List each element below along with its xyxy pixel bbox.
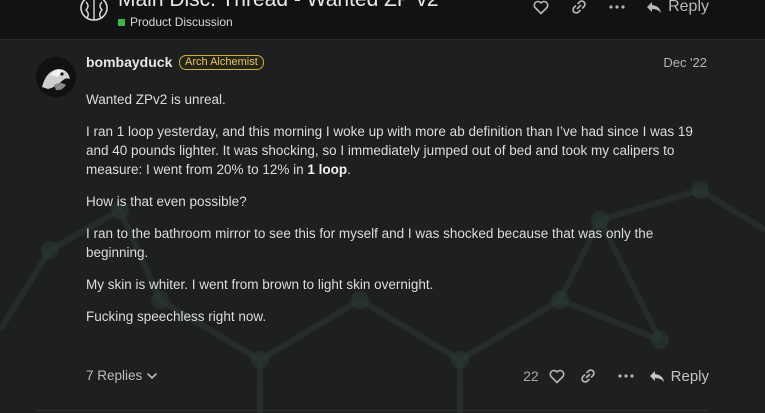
like-button[interactable] (545, 363, 569, 389)
reply-arrow-icon (649, 370, 664, 382)
post-paragraph: Wanted ZPv2 is unreal. (86, 92, 226, 107)
ellipsis-icon (618, 374, 634, 378)
post-paragraph: Fucking speechless right now. (86, 309, 267, 324)
reply-arrow-icon (647, 1, 662, 13)
post-bold-text: 1 loop (307, 162, 348, 177)
category-badge[interactable]: Product Discussion (118, 15, 233, 29)
heart-icon (549, 369, 565, 383)
brain-logo-icon[interactable] (78, 0, 110, 26)
header-like-button[interactable] (522, 0, 560, 20)
more-actions-button[interactable] (607, 363, 645, 389)
post-paragraph: How is that even possible? (86, 194, 247, 209)
reply-label: Reply (670, 367, 709, 385)
category-label: Product Discussion (130, 15, 233, 29)
post-actions: 22 Reply (523, 363, 709, 389)
header-link-button[interactable] (560, 0, 598, 20)
post-text: . (347, 162, 351, 177)
header-actions: Reply (522, 0, 709, 20)
username[interactable]: bombayduck (86, 54, 172, 70)
post-body: Wanted ZPv2 is unreal. I ran 1 loop yest… (86, 90, 711, 339)
link-icon (572, 0, 586, 14)
avatar[interactable] (36, 57, 76, 97)
header-reply-button[interactable]: Reply (646, 0, 709, 16)
user-flair-badge[interactable]: Arch Alchemist (179, 55, 264, 70)
chevron-down-icon (147, 372, 158, 379)
avatar-image (36, 57, 76, 97)
category-color-swatch (118, 18, 125, 26)
post-paragraph: I ran 1 loop yesterday, and this morning… (86, 122, 711, 179)
post: bombayduck Arch Alchemist Dec '22 Wanted… (0, 40, 765, 413)
post-paragraph: My skin is whiter. I went from brown to … (86, 277, 434, 292)
topic-header: Main Disc. Thread - Wanted ZP v2 Product… (0, 0, 765, 40)
link-icon (580, 369, 595, 383)
copy-link-button[interactable] (569, 363, 607, 389)
ellipsis-icon (609, 5, 625, 9)
topic-title[interactable]: Main Disc. Thread - Wanted ZP v2 (118, 0, 439, 12)
post-date[interactable]: Dec '22 (663, 55, 707, 70)
heart-icon (533, 0, 549, 14)
like-count[interactable]: 22 (523, 368, 539, 384)
header-reply-label: Reply (668, 0, 709, 15)
replies-label: 7 Replies (86, 368, 143, 383)
post-divider (36, 410, 708, 411)
header-more-button[interactable] (598, 0, 636, 20)
post-text: I ran 1 loop yesterday, and this morning… (86, 124, 693, 177)
replies-toggle[interactable]: 7 Replies (86, 368, 158, 383)
reply-button[interactable]: Reply (649, 368, 709, 385)
post-paragraph: I ran to the bathroom mirror to see this… (86, 226, 654, 260)
